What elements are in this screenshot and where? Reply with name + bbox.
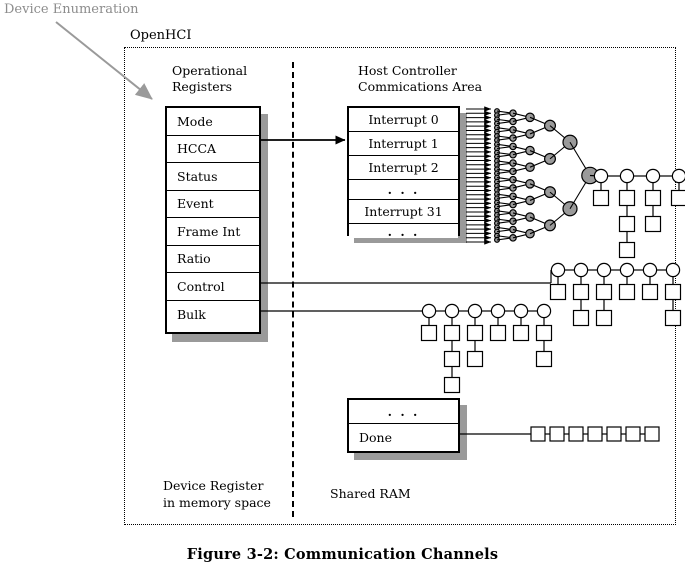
figure-caption: Figure 3-2: Communication Channels (186, 546, 499, 563)
interrupt-td (618, 241, 636, 259)
bulk-td (443, 324, 461, 342)
interrupt-ed (593, 168, 609, 184)
bulk-td (420, 324, 438, 342)
bulk-ed (467, 303, 483, 319)
interrupt-ed (645, 168, 661, 184)
bulk-td (443, 350, 461, 368)
control-ed (619, 262, 635, 278)
diagram-wires (55, 21, 685, 442)
done-td (568, 426, 584, 442)
bulk-ed (444, 303, 460, 319)
done-td (587, 426, 603, 442)
control-ed (596, 262, 612, 278)
bulk-ed (536, 303, 552, 319)
bulk-td (489, 324, 507, 342)
bulk-td (535, 350, 553, 368)
control-ed (573, 262, 589, 278)
done-td (606, 426, 622, 442)
bulk-ed (421, 303, 437, 319)
interrupt-td (670, 189, 685, 207)
bulk-td (443, 376, 461, 394)
done-td (625, 426, 641, 442)
bulk-td (466, 324, 484, 342)
control-td (664, 309, 682, 327)
interrupt-td (618, 215, 636, 233)
control-td (572, 283, 590, 301)
interrupt-tail-list (592, 168, 685, 259)
bulk-td (512, 324, 530, 342)
interrupt-td (644, 189, 662, 207)
interrupt-ed-tree (466, 106, 601, 245)
done-td (644, 426, 660, 442)
bulk-td (466, 350, 484, 368)
control-ed (642, 262, 658, 278)
interrupt-td (644, 215, 662, 233)
control-td (595, 283, 613, 301)
control-td (641, 283, 659, 301)
device-enumeration-arrow (55, 21, 153, 100)
done-td (530, 426, 546, 442)
control-td (618, 283, 636, 301)
bulk-td (535, 324, 553, 342)
bulk-ed-list (420, 303, 553, 394)
done-td (549, 426, 565, 442)
bulk-ed (513, 303, 529, 319)
interrupt-ed (671, 168, 685, 184)
control-ed (665, 262, 681, 278)
control-td (595, 309, 613, 327)
interrupt-ed (619, 168, 635, 184)
done-td-chain (530, 426, 660, 442)
control-ed-list (549, 262, 682, 327)
control-td (572, 309, 590, 327)
interrupt-td (592, 189, 610, 207)
bulk-ed (490, 303, 506, 319)
figure-canvas: Device Enumeration OpenHCI Operational R… (0, 0, 685, 569)
interrupt-td (618, 189, 636, 207)
control-ed (550, 262, 566, 278)
control-td (549, 283, 567, 301)
control-td (664, 283, 682, 301)
